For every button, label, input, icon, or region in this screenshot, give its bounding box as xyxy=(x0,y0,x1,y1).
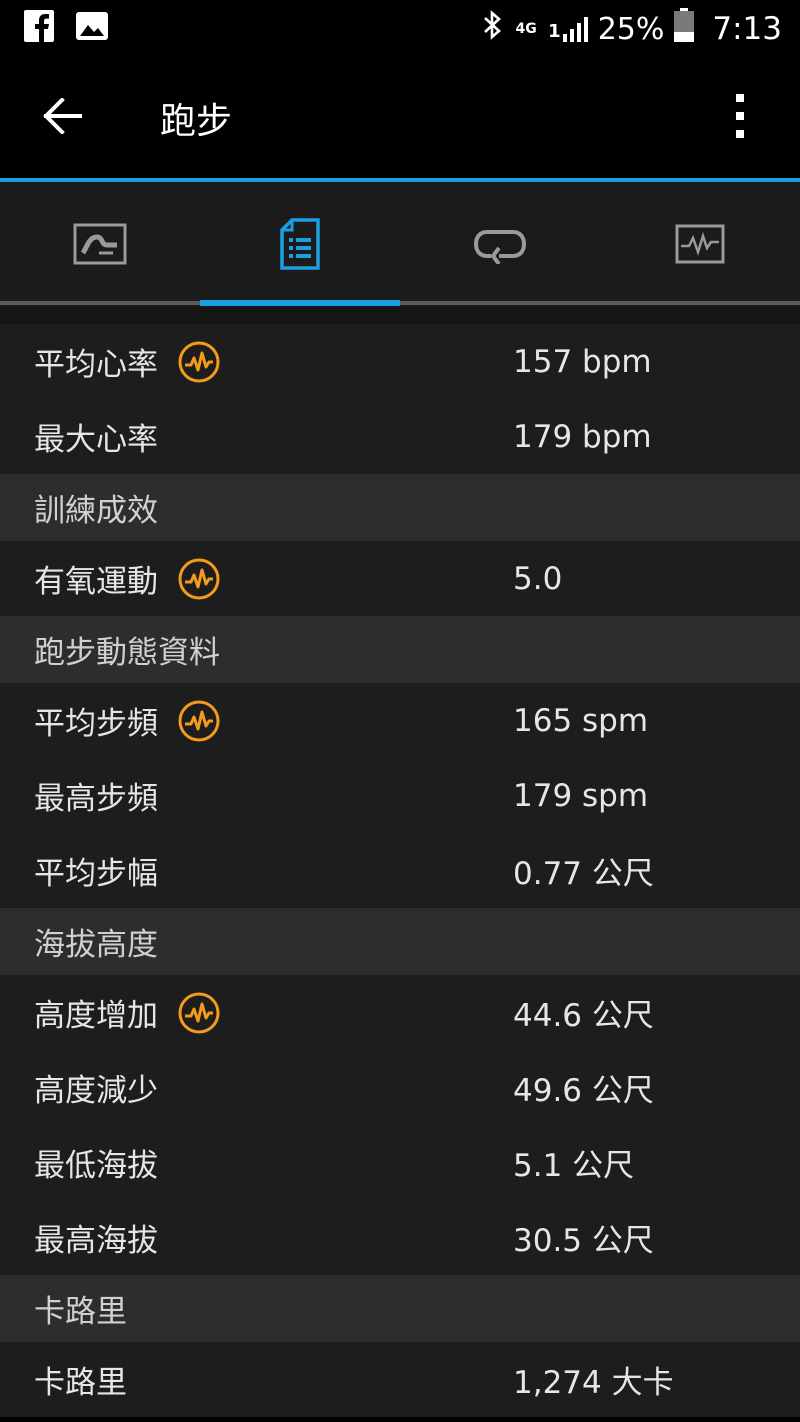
map-icon xyxy=(73,223,127,265)
row-label: 平均步頻 xyxy=(34,706,158,742)
list-item-calories[interactable]: 卡路里 1,274 大卡 xyxy=(0,1342,800,1417)
list-item-elevation-loss[interactable]: 高度減少 49.6 公尺 xyxy=(0,1050,800,1125)
section-title: 海拔高度 xyxy=(34,927,158,963)
list-top-spacer xyxy=(0,306,800,324)
row-label: 平均心率 xyxy=(34,347,158,383)
arrow-back-icon xyxy=(43,98,82,134)
list-item-max-elevation[interactable]: 最高海拔 30.5 公尺 xyxy=(0,1200,800,1275)
tab-laps[interactable] xyxy=(400,182,600,306)
heart-rate-badge-icon[interactable] xyxy=(178,992,220,1034)
list-item-avg-heart-rate[interactable]: 平均心率 157 bpm xyxy=(0,324,800,399)
section-header-training-effect: 訓練成效 xyxy=(0,474,800,541)
list-item-elevation-gain[interactable]: 高度增加 44.6 公尺 xyxy=(0,975,800,1050)
tab-details[interactable] xyxy=(200,182,400,306)
row-value: 5.0 xyxy=(513,560,563,597)
row-label: 卡路里 xyxy=(34,1365,127,1401)
section-header-calories: 卡路里 xyxy=(0,1275,800,1342)
battery-icon xyxy=(674,8,695,50)
back-button[interactable] xyxy=(30,84,94,148)
row-label: 有氧運動 xyxy=(34,564,158,600)
details-icon xyxy=(280,218,320,270)
facebook-icon xyxy=(24,10,54,46)
row-value: 179 spm xyxy=(513,777,649,814)
list-item-avg-cadence[interactable]: 平均步頻 165 spm xyxy=(0,683,800,758)
row-value: 44.6 公尺 xyxy=(513,998,654,1034)
row-label: 最高步頻 xyxy=(34,781,158,817)
row-label: 高度增加 xyxy=(34,998,158,1034)
list-item-aerobic[interactable]: 有氧運動 5.0 xyxy=(0,541,800,616)
network-type-indicator: 4G xyxy=(515,21,537,37)
row-value: 1,274 大卡 xyxy=(513,1365,674,1401)
list-item-min-elevation[interactable]: 最低海拔 5.1 公尺 xyxy=(0,1125,800,1200)
image-icon xyxy=(76,12,108,44)
row-value: 165 spm xyxy=(513,702,649,739)
list-item-max-heart-rate[interactable]: 最大心率 179 bpm xyxy=(0,399,800,474)
app-bar: 跑步 xyxy=(0,54,800,178)
row-value: 30.5 公尺 xyxy=(513,1223,654,1259)
list-item-max-cadence[interactable]: 最高步頻 179 spm xyxy=(0,758,800,833)
heart-rate-badge-icon[interactable] xyxy=(178,700,220,742)
chart-icon xyxy=(675,224,725,264)
tab-bar-divider xyxy=(0,301,800,305)
row-label: 平均步幅 xyxy=(34,856,158,892)
row-value: 0.77 公尺 xyxy=(513,856,654,892)
bluetooth-icon xyxy=(482,9,504,49)
clock: 7:13 xyxy=(712,11,782,47)
row-label: 最高海拔 xyxy=(34,1223,158,1259)
overflow-menu-button[interactable] xyxy=(708,84,772,148)
status-bar: 4G 1 25% 7:13 xyxy=(0,0,800,54)
list-item-avg-stride[interactable]: 平均步幅 0.77 公尺 xyxy=(0,833,800,908)
section-title: 卡路里 xyxy=(34,1294,127,1330)
tab-bar xyxy=(0,182,800,306)
tab-chart[interactable] xyxy=(600,182,800,306)
laps-icon xyxy=(473,230,527,264)
row-value: 5.1 公尺 xyxy=(513,1148,635,1184)
activity-details-list: 平均心率 157 bpm 最大心率 179 bpm 訓練成效 有氧運動 5.0 … xyxy=(0,324,800,1417)
section-header-elevation: 海拔高度 xyxy=(0,908,800,975)
heart-rate-badge-icon[interactable] xyxy=(178,341,220,383)
row-value: 179 bpm xyxy=(513,418,652,455)
page-title: 跑步 xyxy=(160,101,233,142)
signal-icon: 1 xyxy=(548,16,588,42)
row-label: 高度減少 xyxy=(34,1073,158,1109)
section-title: 訓練成效 xyxy=(34,493,158,529)
battery-percent: 25% xyxy=(597,11,665,47)
tab-map[interactable] xyxy=(0,182,200,306)
section-header-running-dynamics: 跑步動態資料 xyxy=(0,616,800,683)
row-value: 157 bpm xyxy=(513,343,652,380)
section-title: 跑步動態資料 xyxy=(34,635,220,671)
heart-rate-badge-icon[interactable] xyxy=(178,558,220,600)
row-value: 49.6 公尺 xyxy=(513,1073,654,1109)
row-label: 最大心率 xyxy=(34,422,158,458)
row-label: 最低海拔 xyxy=(34,1148,158,1184)
more-vert-icon xyxy=(736,94,744,138)
